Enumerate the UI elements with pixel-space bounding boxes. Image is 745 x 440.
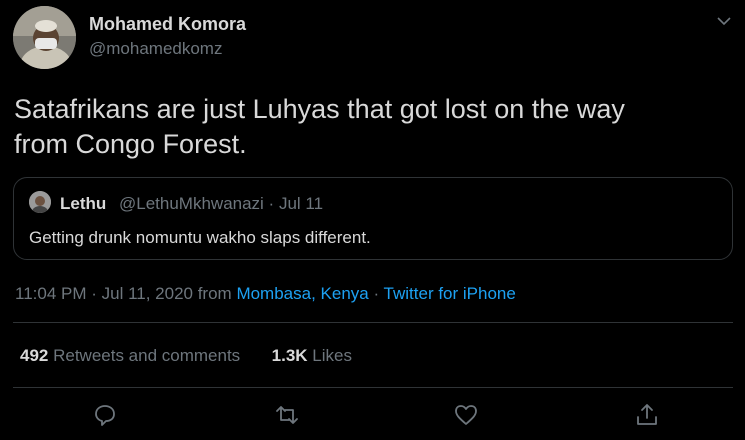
share-icon[interactable] xyxy=(634,402,660,428)
tweet-text: Satafrikans are just Luhyas that got los… xyxy=(14,92,729,162)
tweet: Mohamed Komora @mohamedkomz Satafrikans … xyxy=(0,0,745,440)
comment-icon[interactable] xyxy=(92,402,118,428)
author-avatar[interactable] xyxy=(13,6,76,69)
quoted-tweet-text: Getting drunk nomuntu wakho slaps differ… xyxy=(29,228,371,247)
quoted-author-avatar xyxy=(29,191,51,213)
likes-count: 1.3K xyxy=(271,346,308,365)
retweets-label: Retweets and comments xyxy=(48,346,241,365)
quoted-tweet[interactable]: Lethu @LethuMkhwanazi · Jul 11 Getting d… xyxy=(13,177,733,260)
likes-label: Likes xyxy=(307,346,352,365)
retweet-icon[interactable] xyxy=(274,402,300,428)
likes-stat[interactable]: 1.3K Likes xyxy=(272,346,352,365)
action-bar xyxy=(0,398,745,432)
retweets-stat[interactable]: 492 Retweets and comments xyxy=(20,346,240,365)
meta-separator: · xyxy=(368,284,384,303)
divider xyxy=(13,322,733,323)
author-name[interactable]: Mohamed Komora xyxy=(89,14,246,35)
location-link[interactable]: Mombasa, Kenya xyxy=(236,284,368,303)
quoted-author-name: Lethu xyxy=(60,194,107,213)
heart-icon[interactable] xyxy=(453,402,479,428)
retweets-count: 492 xyxy=(20,346,49,365)
source-link[interactable]: Twitter for iPhone xyxy=(384,284,516,303)
tweet-timestamp[interactable]: 11:04 PM · Jul 11, 2020 from xyxy=(15,284,236,303)
tweet-stats: 492 Retweets and comments 1.3K Likes xyxy=(20,346,352,366)
tweet-text-line: Satafrikans are just Luhyas that got los… xyxy=(14,94,625,124)
tweet-metadata: 11:04 PM · Jul 11, 2020 from Mombasa, Ke… xyxy=(15,284,516,304)
quoted-author-handle-date: @LethuMkhwanazi · Jul 11 xyxy=(119,194,324,213)
author-handle[interactable]: @mohamedkomz xyxy=(89,39,222,59)
chevron-down-icon[interactable] xyxy=(716,13,732,29)
tweet-text-line: from Congo Forest. xyxy=(14,129,247,159)
divider xyxy=(13,387,733,388)
